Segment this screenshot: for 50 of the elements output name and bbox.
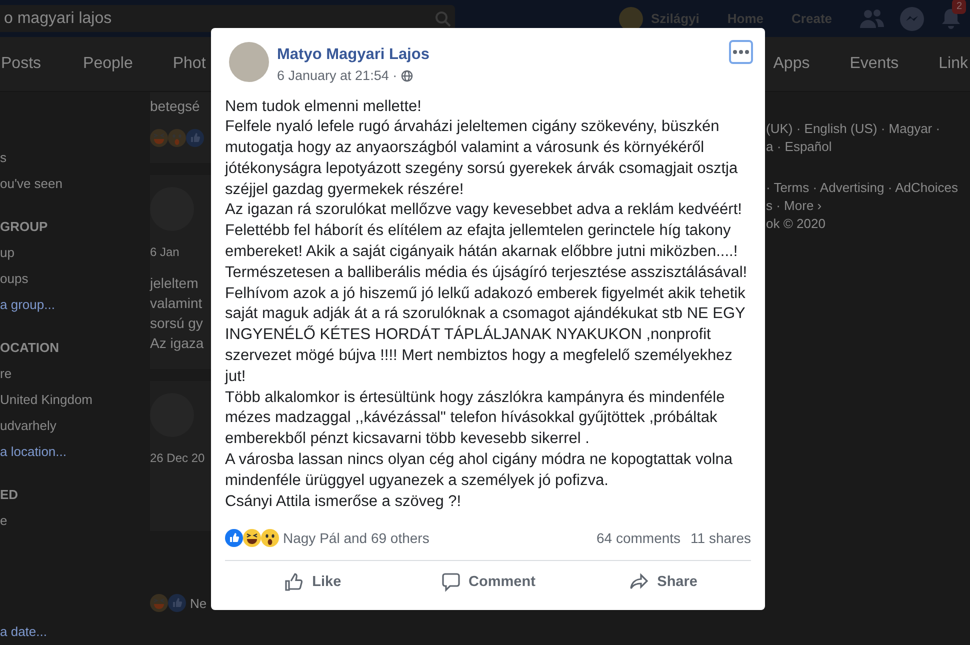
search-tab[interactable]: Events (850, 52, 899, 76)
reaction-names: Ne (190, 594, 207, 612)
sidebar-item[interactable]: oups (0, 269, 140, 295)
shares-count[interactable]: 11 shares (690, 528, 751, 549)
sidebar-item[interactable]: ou've seen (0, 174, 140, 200)
sidebar-item[interactable]: e (0, 511, 140, 537)
sidebar-item[interactable]: s (0, 148, 140, 174)
footer-links[interactable]: s · More › (766, 197, 970, 215)
search-field[interactable]: o magyari lajos (0, 5, 455, 32)
search-tab[interactable]: Phot (172, 52, 206, 76)
post-paragraph: Nem tudok elmenni mellette! (225, 96, 422, 116)
sidebar-heading: ED (0, 486, 20, 504)
sidebar-heading: OCATION (0, 339, 60, 357)
like-action-button[interactable]: Like (225, 565, 400, 600)
share-action-button[interactable]: Share (576, 565, 751, 600)
post-paragraph: A városba lassan nincs olyan cég ahol cigány módra ne kopogtattak volna mindenféle ürüggyel ugyanezek a személyek jó pofizva. (225, 450, 734, 491)
search-tab[interactable]: People (83, 52, 133, 76)
sidebar-item[interactable]: re (0, 364, 140, 390)
post-paragraph: Felettébb fel háborít és elítélem az efajta jellemtelen gerinctele híg takony embereket! Akik a saját cigányaik hátán akarnak előbbre jutni miközben....! (225, 221, 739, 262)
post-time[interactable]: 6 January at 21:54 · (277, 66, 398, 86)
reacted-by-link[interactable]: Nagy Pál and 69 others (283, 528, 430, 549)
sidebar-link[interactable]: a date... (0, 622, 140, 641)
sidebar-heading: GROUP (0, 218, 49, 236)
search-tab[interactable]: Apps (773, 52, 810, 76)
language-links[interactable]: (UK) · English (US) · Magyar · (766, 120, 970, 138)
post-date: 6 Jan (150, 244, 180, 261)
post-paragraph: Felfele nyaló lefele rugó árvaházi jeleltemen cigány szökevény, büszkén mutogatja hogy az anyaországból valamint a városunk és környékéről jótékonyságra lepotyázott szegény sorsú gyerekek árvák csomagjait osztja széjjel gazdag gyermekek részére! (225, 117, 739, 200)
sidebar-link[interactable]: a location... (0, 442, 140, 468)
notification-badge: 2 (952, 0, 966, 14)
comments-count[interactable]: 64 comments (596, 528, 681, 549)
post-paragraph: Természetesen a balliberális média és újságíró terjesztése asszisztálásával! (225, 262, 748, 283)
post-paragraph: Csányi Attila ismerőse a szöveg ?! (225, 492, 462, 512)
footer-links[interactable]: ok © 2020 (766, 215, 970, 233)
comment-action-button[interactable]: Comment (400, 565, 576, 600)
sidebar-item[interactable]: United Kingdom (0, 390, 140, 416)
search-text: o magyari lajos (4, 8, 112, 28)
author-name[interactable]: Matyo Magyari Lajos (277, 43, 721, 66)
post-text: jeleltem valamint sorsú gy Az igaza (150, 274, 205, 353)
footer-links[interactable]: · Terms · Advertising · AdChoices (766, 179, 970, 197)
post-paragraph: Az igazan rá szorulókat mellőzve vagy kevesebbet adva a reklám kedvéért! (225, 200, 743, 220)
sidebar-item[interactable]: up (0, 243, 140, 269)
sidebar-link[interactable]: a group... (0, 295, 140, 321)
post-paragraph: Több alkalomkor is értesültünk hogy zászlókra kampányra és mindenféle mézes madzaggal ,,kávézással" telefon hívásokkal gyűjtöttek ,próbáltak emberekből pénzt kicsavarni több kevesebb sikerrel . (225, 388, 726, 450)
post-text: betegsé (150, 97, 201, 116)
post-paragraph: Felhívom azok a jó hiszemű jó lelkű adakozó emberek figyelmét akik tehetik saját maguk adják át a rá szorulóknak a csomagot ajándékukat stb NE EGY INGYENÉLŐ KÉTES HORDÁT TÁPLÁLJANAK NYAKUKON ,nonprofit szervezet mögé bújva !!!! Mert nembiztos hogy a megfelelő személyekhez jut! (225, 284, 746, 387)
post-date: 26 Dec 20 (150, 450, 206, 467)
search-tab[interactable]: Link (938, 52, 968, 76)
search-tab[interactable]: Posts (1, 52, 42, 76)
sidebar-item[interactable]: udvarhely (0, 416, 140, 442)
language-links[interactable]: a · Español (766, 138, 970, 156)
